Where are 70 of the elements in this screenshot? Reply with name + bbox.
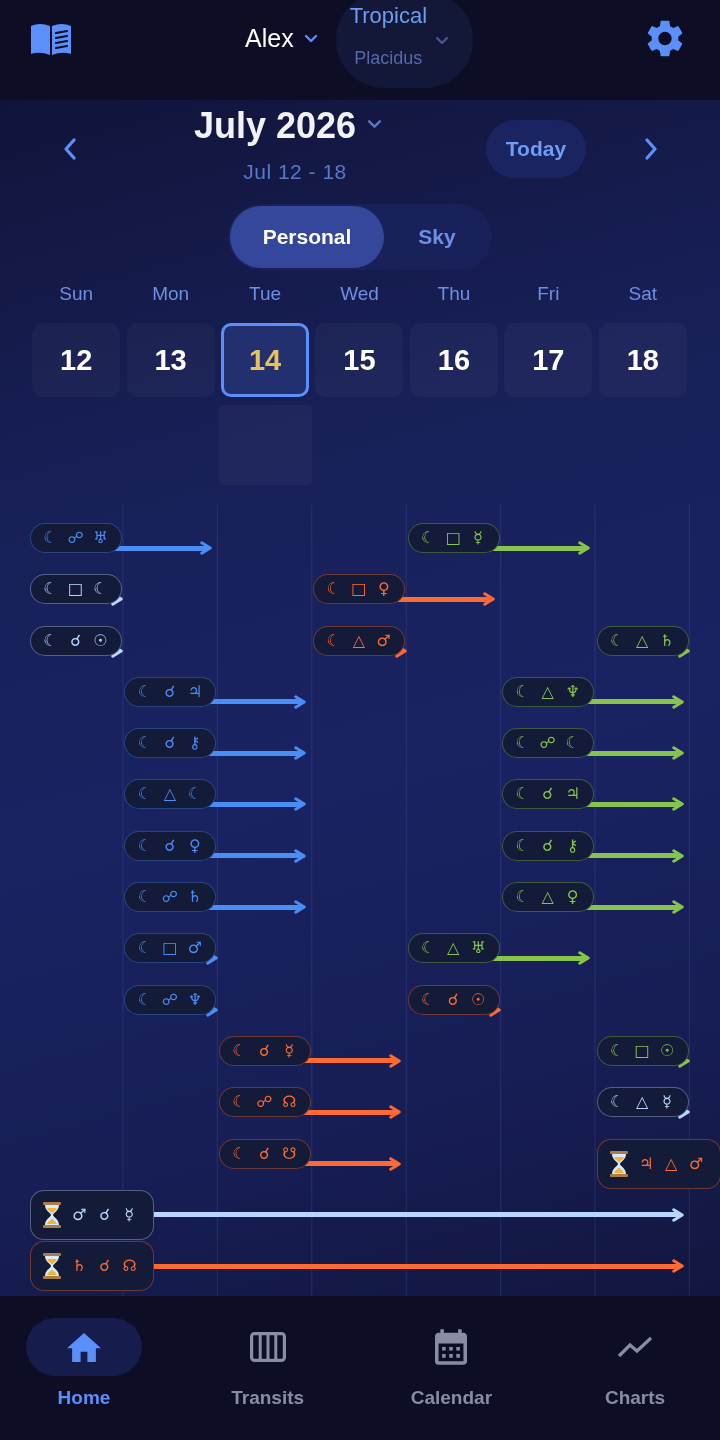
date-tile[interactable]: 16 bbox=[409, 323, 498, 397]
book-icon[interactable] bbox=[30, 22, 72, 56]
transit-pill[interactable]: ☾ △ ♄ bbox=[596, 625, 689, 656]
transit-pill[interactable]: ☾ □ ☉ bbox=[596, 1035, 689, 1066]
view-tab[interactable]: Sky bbox=[384, 206, 490, 268]
transit-pill[interactable]: ☾ □ ☿ bbox=[407, 523, 500, 553]
transit-pill[interactable]: ☾ □ ♂ bbox=[124, 933, 217, 964]
house-system-label: Placidus bbox=[354, 48, 423, 68]
nav-tab[interactable]: Calendar bbox=[376, 1296, 527, 1417]
columns-icon bbox=[249, 1332, 286, 1362]
transit-pill[interactable]: ☾ ☌ ☉ bbox=[30, 625, 122, 656]
weekday-label: Wed bbox=[339, 283, 380, 305]
hourglass-icon bbox=[608, 1150, 629, 1177]
zodiac-label: Tropical bbox=[349, 4, 428, 28]
transit-pill[interactable]: ☾ ☌ ☿ bbox=[218, 1035, 311, 1066]
transit-pill[interactable]: ☾ △ ♂ bbox=[313, 625, 406, 656]
date-tile[interactable]: 13 bbox=[126, 323, 215, 397]
transit-pill[interactable]: ☾ △ ☾ bbox=[124, 779, 217, 810]
date-tile[interactable]: 17 bbox=[504, 323, 593, 397]
chart-system-selector[interactable]: Tropical Placidus bbox=[335, 0, 473, 88]
transit-pill[interactable]: ☾ ☍ ♄ bbox=[124, 882, 217, 913]
date-tile[interactable]: 15 bbox=[315, 323, 404, 397]
date-tile[interactable]: 12 bbox=[32, 323, 121, 397]
transit-pill[interactable]: ☾ △ ♆ bbox=[502, 676, 595, 707]
chevron-left-icon[interactable] bbox=[63, 138, 77, 160]
month-selector[interactable]: July 2026 bbox=[193, 106, 383, 146]
transit-pill[interactable]: ☾ △ ♅ bbox=[407, 933, 500, 964]
hourglass-icon bbox=[42, 1253, 62, 1280]
transit-pill[interactable]: ☾ ☌ ☋ bbox=[218, 1138, 311, 1169]
transit-pill[interactable]: ☾ ☌ ☉ bbox=[407, 984, 500, 1015]
transit-pill[interactable]: ☾ ☍ ☾ bbox=[502, 728, 595, 759]
nav-tab[interactable]: Transits bbox=[192, 1296, 343, 1417]
chevron-right-icon[interactable] bbox=[644, 138, 658, 160]
transit-pill[interactable]: ☾ △ ♀ bbox=[502, 882, 595, 913]
weekday-label: Mon bbox=[151, 283, 191, 305]
transit-pill[interactable]: ☾ ☌ ♃ bbox=[124, 676, 217, 707]
transit-pill[interactable]: ☾ ☍ ♅ bbox=[30, 523, 122, 553]
transit-pill[interactable]: ☾ △ ☿ bbox=[596, 1087, 689, 1118]
date-tile[interactable]: 14 bbox=[221, 323, 310, 397]
transit-pill[interactable]: ☾ □ ☾ bbox=[30, 574, 122, 605]
weekday-label: Tue bbox=[248, 283, 283, 305]
settings-icon[interactable] bbox=[646, 20, 683, 57]
transit-pill[interactable]: ♄ ☌ ☊ bbox=[30, 1241, 154, 1292]
transit-pill[interactable]: ☾ ☍ ☊ bbox=[218, 1087, 311, 1118]
transit-pill[interactable]: ♃ △ ♂ bbox=[596, 1138, 720, 1189]
hourglass-icon bbox=[42, 1201, 62, 1228]
date-tile[interactable]: 18 bbox=[598, 323, 687, 397]
weekday-label: Thu bbox=[436, 283, 472, 305]
nav-tab[interactable]: Charts bbox=[560, 1296, 711, 1417]
caret-icon bbox=[367, 119, 383, 129]
caret-icon bbox=[303, 33, 318, 43]
transit-pill[interactable]: ☾ ☍ ♆ bbox=[124, 984, 217, 1015]
caret-icon bbox=[435, 35, 450, 45]
transit-pill[interactable]: ☾ ☌ ♀ bbox=[124, 830, 217, 861]
nav-tab[interactable]: Home bbox=[9, 1296, 159, 1417]
transit-pill[interactable]: ♂ ☌ ☿ bbox=[30, 1189, 154, 1240]
transit-pill[interactable]: ☾ □ ♀ bbox=[313, 574, 406, 605]
week-range: Jul 12 - 18 bbox=[243, 160, 347, 184]
weekday-label: Fri bbox=[536, 283, 561, 305]
calendar-icon bbox=[435, 1329, 468, 1365]
transit-pill[interactable]: ☾ ☌ ⚷ bbox=[502, 830, 595, 861]
today-button[interactable]: Today bbox=[486, 120, 586, 178]
profile-selector[interactable]: Alex bbox=[245, 21, 318, 55]
transit-pill[interactable]: ☾ ☌ ⚷ bbox=[124, 728, 217, 759]
view-tab[interactable]: Personal bbox=[230, 206, 384, 268]
home-icon bbox=[67, 1332, 101, 1362]
transit-pill[interactable]: ☾ ☌ ♃ bbox=[502, 779, 595, 810]
weekday-label: Sat bbox=[627, 283, 659, 305]
line-chart-icon bbox=[617, 1336, 654, 1358]
weekday-label: Sun bbox=[58, 283, 95, 305]
